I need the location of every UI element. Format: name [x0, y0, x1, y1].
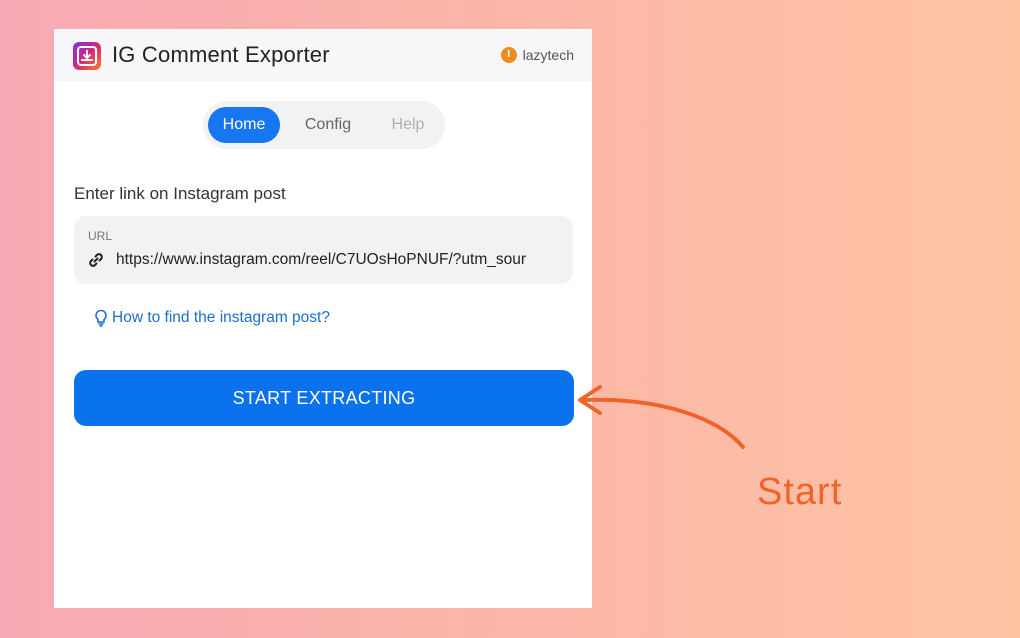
tab-bar: Home Config Help: [203, 101, 445, 149]
brand-name: lazytech: [522, 47, 574, 63]
start-extracting-button[interactable]: START EXTRACTING: [74, 370, 574, 426]
tab-help[interactable]: Help: [373, 107, 443, 143]
help-link[interactable]: How to find the instagram post?: [94, 309, 330, 327]
app-logo-icon: [73, 42, 101, 70]
brand[interactable]: I lazytech: [500, 47, 574, 63]
tab-config[interactable]: Config: [290, 107, 366, 143]
help-link-text: How to find the instagram post?: [112, 309, 330, 326]
url-field[interactable]: URL: [74, 216, 573, 284]
start-annotation: Start: [757, 471, 843, 513]
header: IG Comment Exporter I lazytech: [54, 29, 592, 81]
url-field-label: URL: [88, 229, 113, 243]
app-title: IG Comment Exporter: [112, 42, 330, 67]
url-prompt-label: Enter link on Instagram post: [74, 184, 286, 203]
extension-popup: IG Comment Exporter I lazytech Home Conf…: [54, 29, 592, 608]
link-icon: [88, 252, 104, 273]
lightbulb-icon: [95, 309, 107, 327]
arrow-icon: [578, 385, 745, 449]
url-input[interactable]: [116, 249, 564, 271]
tab-home[interactable]: Home: [208, 107, 280, 143]
brand-logo-icon: I: [500, 47, 517, 63]
